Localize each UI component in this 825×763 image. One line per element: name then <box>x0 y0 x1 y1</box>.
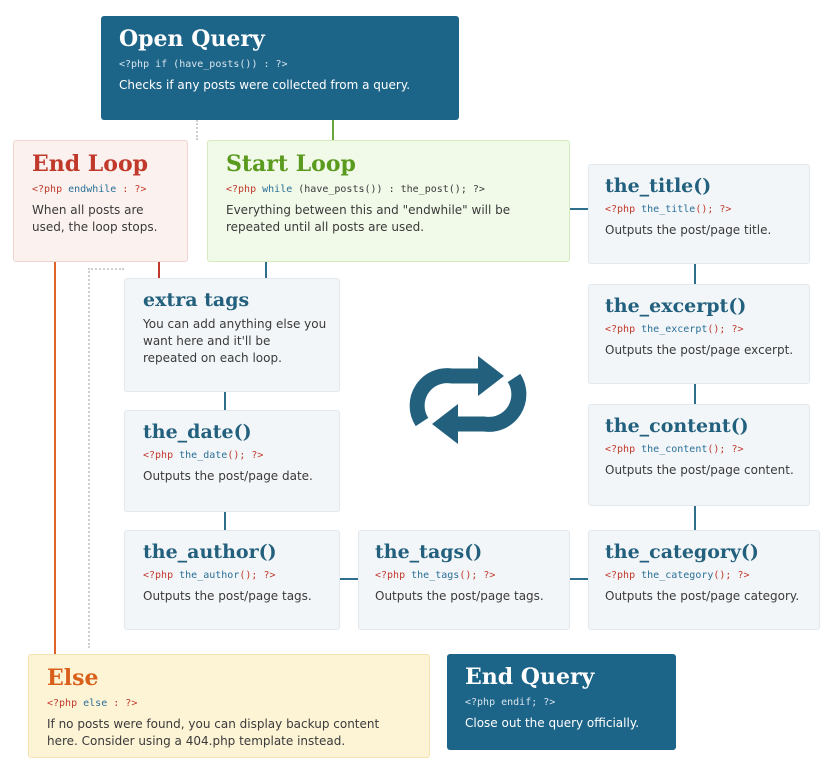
the-title-code: <?php the_title(); ?> <box>605 204 732 215</box>
the-author-box: the_author() <?php the_author(); ?> Outp… <box>124 530 340 630</box>
the-excerpt-desc: Outputs the post/page excerpt. <box>605 343 794 357</box>
dotted-guide-upper <box>196 120 199 140</box>
end-query-code: <?php endif; ?> <box>465 697 556 708</box>
connector-open-start <box>332 120 334 140</box>
connector-endloop-red <box>158 262 160 278</box>
the-title-title: the_title() <box>605 175 712 197</box>
extra-tags-title: extra tags <box>143 289 250 311</box>
end-query-title: End Query <box>465 664 595 690</box>
the-date-title: the_date() <box>143 421 252 443</box>
the-category-box: the_category() <?php the_category(); ?> … <box>588 530 820 630</box>
open-query-box: Open Query <?php if (have_posts()) : ?> … <box>101 16 459 120</box>
end-query-desc: Close out the query officially. <box>465 716 640 730</box>
open-query-code: <?php if (have_posts()) : ?> <box>119 59 288 70</box>
connector-extra-date <box>224 392 226 410</box>
the-author-title: the_author() <box>143 541 277 563</box>
the-tags-title: the_tags() <box>375 541 483 563</box>
else-box: Else <?php else : ?> If no posts were fo… <box>28 654 430 758</box>
the-category-title: the_category() <box>605 541 759 563</box>
the-category-desc: Outputs the post/page category. <box>605 589 800 603</box>
connector-title-excerpt <box>694 264 696 284</box>
the-excerpt-title: the_excerpt() <box>605 295 747 317</box>
dotted-guide-top <box>88 268 124 271</box>
open-query-title: Open Query <box>119 26 265 52</box>
extra-tags-desc: You can add anything else you want here … <box>143 317 327 365</box>
connector-author-tags <box>340 578 358 580</box>
end-loop-code: <?php endwhile : ?> <box>32 184 147 195</box>
the-category-code: <?php the_category(); ?> <box>605 570 750 581</box>
dotted-guide-left <box>88 268 91 648</box>
the-author-code: <?php the_author(); ?> <box>143 570 276 581</box>
connector-content-category <box>694 506 696 530</box>
the-tags-desc: Outputs the post/page tags. <box>375 589 544 603</box>
the-tags-box: the_tags() <?php the_tags(); ?> Outputs … <box>358 530 570 630</box>
connector-date-author <box>224 512 226 530</box>
the-author-desc: Outputs the post/page tags. <box>143 589 312 603</box>
loop-icon <box>398 350 538 450</box>
the-date-box: the_date() <?php the_date(); ?> Outputs … <box>124 410 340 512</box>
the-title-desc: Outputs the post/page title. <box>605 223 772 237</box>
end-query-box: End Query <?php endif; ?> Close out the … <box>447 654 676 750</box>
the-excerpt-box: the_excerpt() <?php the_excerpt(); ?> Ou… <box>588 284 810 384</box>
the-title-box: the_title() <?php the_title(); ?> Output… <box>588 164 810 264</box>
start-loop-box: Start Loop <?php while (have_posts()) : … <box>207 140 570 262</box>
extra-tags-box: extra tags You can add anything else you… <box>124 278 340 392</box>
the-date-code: <?php the_date(); ?> <box>143 450 264 461</box>
connector-endloop-else <box>54 262 56 654</box>
the-excerpt-code: <?php the_excerpt(); ?> <box>605 324 744 335</box>
connector-tags-category <box>570 578 588 580</box>
the-content-title: the_content() <box>605 415 749 437</box>
the-content-code: <?php the_content(); ?> <box>605 444 744 455</box>
the-tags-code: <?php the_tags(); ?> <box>375 570 496 581</box>
start-loop-title: Start Loop <box>226 151 356 177</box>
the-date-desc: Outputs the post/page date. <box>143 469 313 483</box>
the-content-desc: Outputs the post/page content. <box>605 463 794 477</box>
connector-start-title <box>570 208 588 210</box>
connector-excerpt-content <box>694 384 696 404</box>
else-title: Else <box>47 665 99 691</box>
the-content-box: the_content() <?php the_content(); ?> Ou… <box>588 404 810 506</box>
connector-start-extra <box>265 262 267 278</box>
else-desc: If no posts were found, you can display … <box>47 717 380 748</box>
end-loop-desc: When all posts are used, the loop stops. <box>32 203 158 234</box>
start-loop-desc: Everything between this and "endwhile" w… <box>226 203 511 234</box>
else-code: <?php else : ?> <box>47 698 138 709</box>
start-loop-code: <?php while (have_posts()) : the_post();… <box>226 184 485 195</box>
open-query-desc: Checks if any posts were collected from … <box>119 78 411 92</box>
end-loop-title: End Loop <box>32 151 149 177</box>
end-loop-box: End Loop <?php endwhile : ?> When all po… <box>13 140 188 262</box>
